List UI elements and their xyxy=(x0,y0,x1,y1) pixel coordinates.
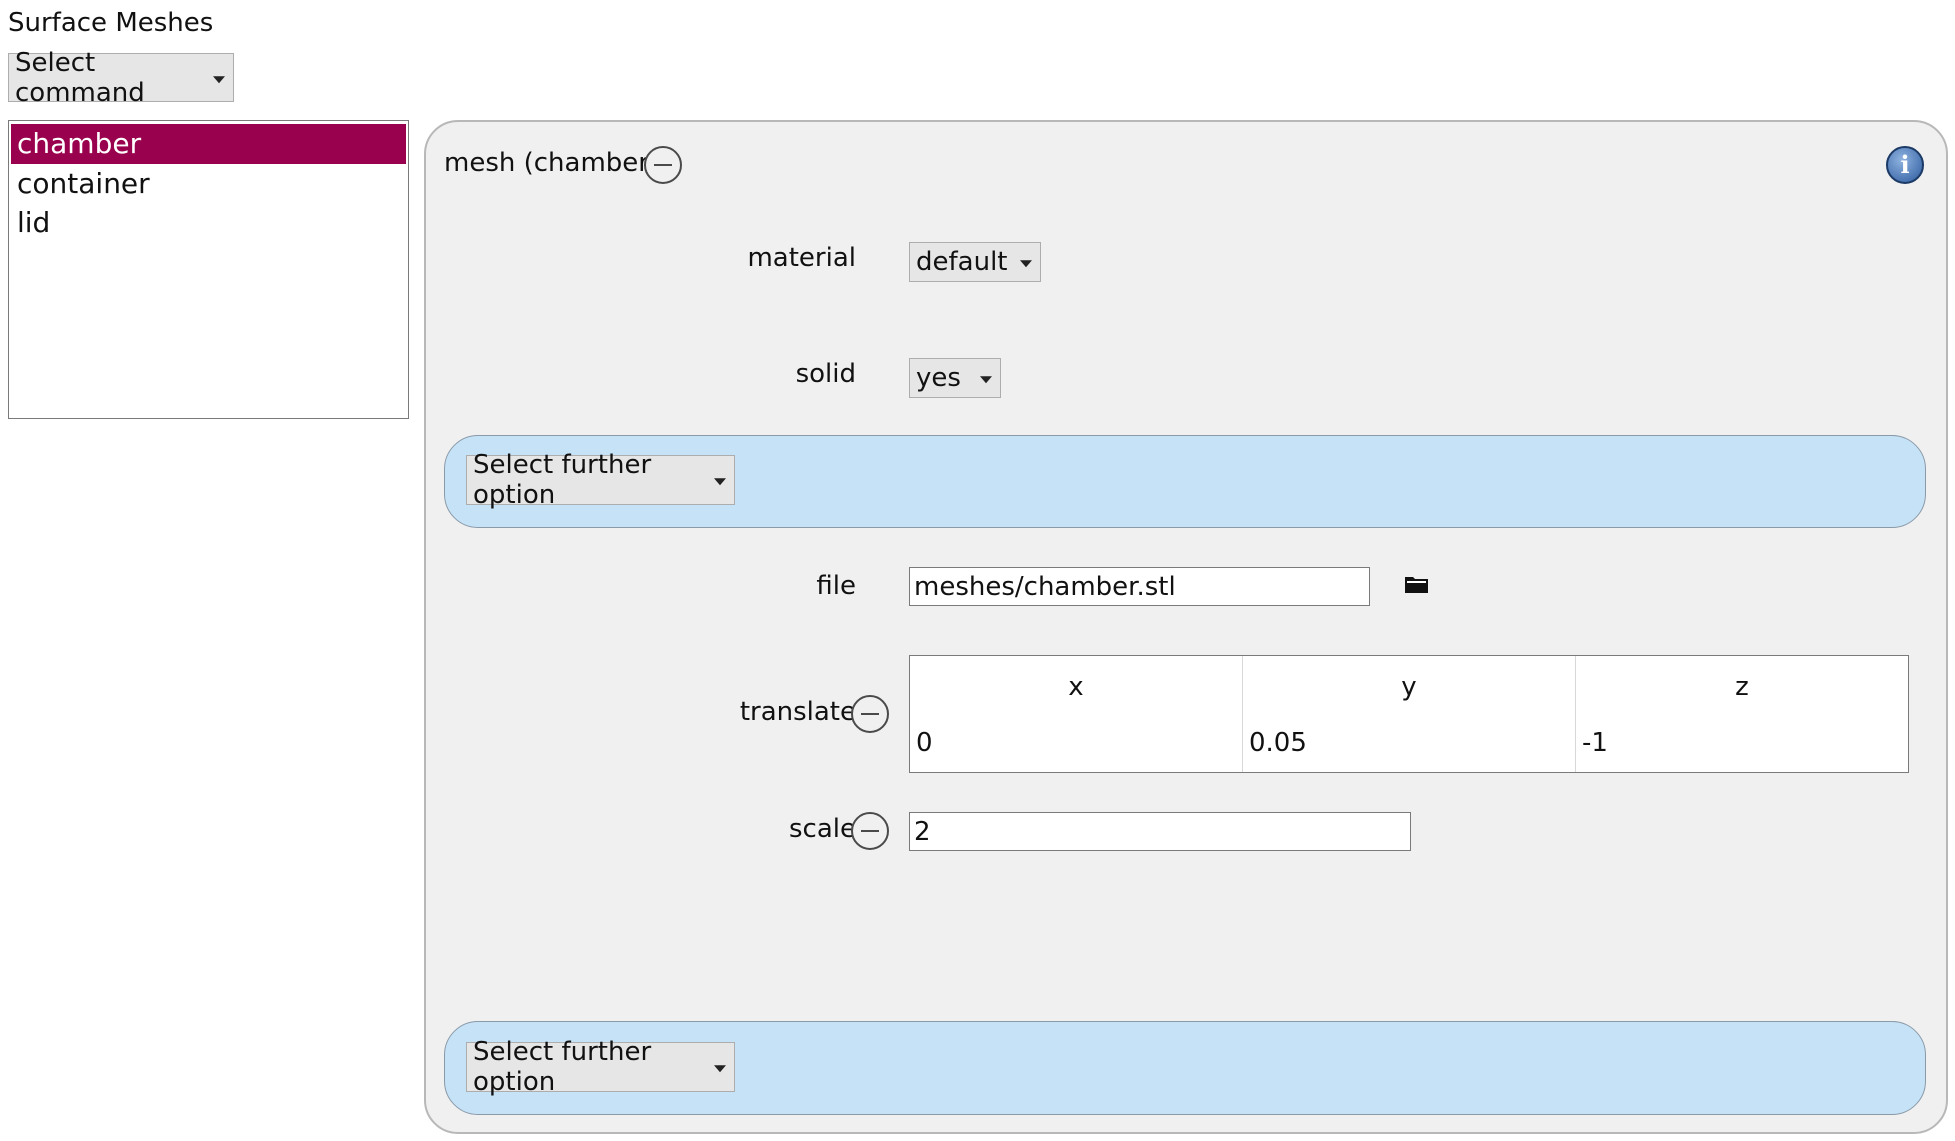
translate-col-y: y 0.05 xyxy=(1243,656,1576,772)
material-select[interactable]: default xyxy=(909,242,1041,282)
translate-value-z[interactable]: -1 xyxy=(1582,728,1608,758)
solid-label: solid xyxy=(795,359,856,389)
chevron-down-icon xyxy=(714,1065,726,1073)
list-item-chamber[interactable]: chamber xyxy=(11,124,406,164)
file-label: file xyxy=(816,571,856,601)
further-option-select-bottom-value: Select further option xyxy=(473,1037,652,1097)
material-label: material xyxy=(747,243,856,273)
translate-col-z: z -1 xyxy=(1576,656,1908,772)
panel-title: mesh (chamber) xyxy=(444,148,660,178)
scale-input[interactable]: 2 xyxy=(909,812,1411,851)
further-option-select-bottom[interactable]: Select further option xyxy=(466,1037,735,1097)
solid-select[interactable]: yes xyxy=(909,358,1001,398)
material-select-value: default xyxy=(916,247,1008,277)
further-option-box-bottom: Select further option xyxy=(444,1021,1926,1115)
translate-value-x[interactable]: 0 xyxy=(916,728,933,758)
translate-col-x: x 0 xyxy=(910,656,1243,772)
info-icon[interactable]: i xyxy=(1886,146,1924,184)
translate-grid: x 0 y 0.05 z -1 xyxy=(909,655,1909,773)
list-item-lid[interactable]: lid xyxy=(11,203,406,243)
scale-label: scale xyxy=(789,814,856,844)
solid-select-value: yes xyxy=(916,363,961,393)
remove-scale-icon[interactable] xyxy=(851,812,889,850)
page-title: Surface Meshes xyxy=(8,8,214,38)
further-option-select-top-value: Select further option xyxy=(473,450,652,510)
further-option-select-top[interactable]: Select further option xyxy=(466,450,735,510)
translate-label: translate xyxy=(739,697,856,727)
chevron-down-icon xyxy=(213,75,225,83)
mesh-panel: mesh (chamber) i material default solid … xyxy=(424,120,1948,1134)
chevron-down-icon xyxy=(714,478,726,486)
translate-header-z: z xyxy=(1735,672,1749,702)
command-select-value: Select command xyxy=(15,47,145,108)
folder-icon[interactable] xyxy=(1404,574,1430,594)
chevron-down-icon xyxy=(980,376,992,384)
chevron-down-icon xyxy=(1020,260,1032,268)
remove-translate-icon[interactable] xyxy=(851,695,889,733)
remove-mesh-icon[interactable] xyxy=(644,146,682,184)
translate-header-y: y xyxy=(1401,672,1417,702)
further-option-box-top: Select further option xyxy=(444,435,1926,528)
mesh-list[interactable]: chamber container lid xyxy=(8,120,409,419)
translate-header-x: x xyxy=(1068,672,1084,702)
file-input[interactable]: meshes/chamber.stl xyxy=(909,567,1370,606)
command-select[interactable]: Select command xyxy=(8,48,234,108)
list-item-container[interactable]: container xyxy=(11,164,406,204)
translate-value-y[interactable]: 0.05 xyxy=(1249,728,1307,758)
